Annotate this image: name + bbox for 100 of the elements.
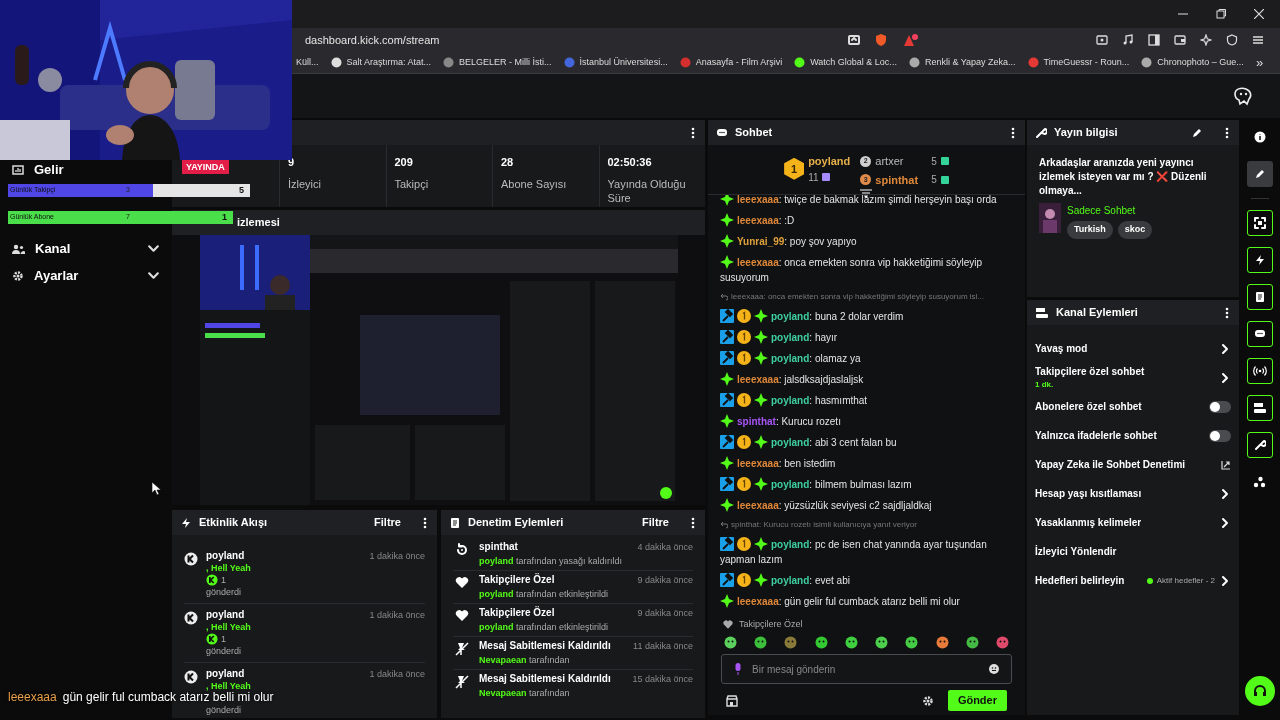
channel-action-item[interactable]: Yalnızca ifadelerle sohbet	[1035, 421, 1231, 450]
more-icon[interactable]	[689, 516, 697, 529]
wrench-button[interactable]	[1246, 432, 1273, 458]
wallet-icon[interactable]	[1174, 34, 1186, 46]
more-icon[interactable]	[689, 126, 697, 139]
gifter-name[interactable]: artxer	[875, 153, 928, 170]
bolt-button[interactable]	[1246, 247, 1273, 273]
toggle-switch[interactable]	[1209, 429, 1231, 442]
url-text[interactable]: dashboard.kick.com/stream	[305, 31, 440, 49]
music-icon[interactable]	[1122, 34, 1134, 46]
channel-action-item[interactable]: Yasaklanmış kelimeler	[1035, 508, 1231, 537]
more-icon[interactable]	[1223, 306, 1231, 319]
emote-icon[interactable]	[754, 636, 768, 649]
bookmark-link[interactable]: Salt Araştırma: Atat...	[346, 55, 432, 70]
bookmark-link[interactable]: BELGELER - Milli İsti...	[459, 55, 552, 70]
toggle-switch[interactable]	[1209, 400, 1231, 413]
menu-icon[interactable]	[1252, 34, 1264, 46]
bookmark-link[interactable]: Chronophoto – Gue...	[1157, 55, 1244, 70]
emote-icon[interactable]	[965, 636, 979, 649]
more-icon[interactable]	[1009, 126, 1017, 139]
chat-message: spinthat: Kurucu rozetı	[720, 413, 1013, 429]
bookmark-link[interactable]: Watch Global & Loc...	[810, 55, 897, 70]
channel-action-item[interactable]: Yapay Zeka ile Sohbet Denetimi	[1035, 450, 1231, 479]
bookmark-link[interactable]: İstanbul Üniversitesi...	[579, 55, 668, 70]
gifter-name[interactable]: spinthat	[875, 171, 928, 188]
more-icon[interactable]	[421, 516, 429, 529]
more-icon[interactable]	[1223, 126, 1231, 139]
channel-action-item[interactable]: Hesap yaşı kısıtlaması	[1035, 479, 1231, 508]
username[interactable]: poyland	[206, 668, 362, 680]
chat-message: poyland: evet abi	[720, 572, 1013, 588]
heart-icon	[455, 609, 469, 622]
edit-button[interactable]	[1246, 161, 1273, 187]
shield-icon[interactable]	[874, 33, 888, 47]
emote-icon[interactable]	[814, 636, 828, 649]
document-button[interactable]	[1246, 284, 1273, 310]
bookmark-link[interactable]: TimeGuessr - Roun...	[1043, 55, 1130, 70]
username[interactable]: poyland	[206, 550, 362, 562]
settings-icon[interactable]	[921, 694, 934, 707]
emote-icon[interactable]	[875, 636, 889, 649]
channel-action-item[interactable]: İzleyici Yönlendir	[1035, 537, 1231, 566]
emote-icon[interactable]	[784, 636, 798, 649]
mascot-icon[interactable]	[1232, 86, 1254, 106]
edit-icon	[1253, 168, 1266, 180]
bookmark-link[interactable]: Anasayfa - Film Arşivi	[695, 55, 783, 70]
sparkle-icon[interactable]	[1200, 34, 1212, 46]
bookmark-link[interactable]: Renkli & Yapay Zeka...	[924, 55, 1016, 70]
channel-action-item[interactable]: Abonelere özel sohbet	[1035, 392, 1231, 421]
bookmark-link[interactable]: Küll...	[296, 55, 319, 70]
reader-icon[interactable]	[1096, 34, 1108, 46]
camera-button[interactable]	[1246, 395, 1273, 421]
vpn-icon[interactable]	[1226, 34, 1238, 46]
close-icon[interactable]	[1254, 9, 1264, 19]
sidebar-item[interactable]: Gelir	[12, 156, 160, 183]
sidebar-item[interactable]: Kanal	[12, 235, 160, 262]
category-link[interactable]: Sadece Sohbet	[1067, 203, 1153, 218]
emote-icon[interactable]	[844, 636, 858, 649]
subscriber-badge-icon	[754, 434, 768, 449]
chat-message: poyland: hasmımthat	[720, 392, 1013, 408]
broadcast-button[interactable]	[1246, 358, 1273, 384]
support-button[interactable]	[1244, 676, 1275, 706]
tag[interactable]: skoc	[1117, 221, 1153, 239]
sidebar-item[interactable]: Ayarlar	[12, 262, 160, 289]
subscriber-badge-icon	[720, 455, 734, 470]
microphone-icon[interactable]	[734, 663, 742, 675]
stream-title: Arkadaşlar aranızda yeni yayıncı izlemek isteyen var mı ? ❌ Düzenli olmaya...	[1039, 156, 1208, 198]
filter-button[interactable]: Filtre	[374, 514, 401, 531]
emote-icon[interactable]	[995, 636, 1009, 649]
store-icon[interactable]	[726, 694, 738, 707]
chat-input-box[interactable]: Bir mesaj gönderin	[721, 654, 1012, 684]
edit-icon[interactable]	[1191, 126, 1203, 139]
chevron-right-icon	[1219, 574, 1231, 587]
channel-action-item[interactable]: Takipçilere özel sohbet 1 dk.	[1035, 363, 1231, 392]
panel-title: izlemesi	[237, 215, 280, 231]
chevron-right-icon	[1219, 342, 1231, 355]
filter-button[interactable]: Filtre	[642, 514, 669, 531]
tag[interactable]: Turkish	[1067, 221, 1113, 239]
share-icon[interactable]	[848, 34, 860, 46]
gifter-badge-icon	[737, 350, 751, 365]
channel-action-item[interactable]: Hedefleri belirleyin Aktif hedefler - 2	[1035, 566, 1231, 595]
gifter-badge-icon	[737, 572, 751, 587]
moderator-badge-icon	[720, 392, 734, 407]
emote-icon[interactable]	[905, 636, 919, 649]
screenshot-button[interactable]	[1246, 210, 1273, 236]
emote-icon[interactable]	[724, 636, 737, 649]
emoji-icon[interactable]	[989, 664, 999, 674]
send-button[interactable]: Gönder	[947, 690, 1007, 711]
chevron-right-icon	[1219, 516, 1231, 529]
emote-icon[interactable]	[935, 636, 949, 649]
chat-button[interactable]	[1246, 321, 1273, 347]
subscriber-badge-icon	[754, 536, 768, 551]
gifter-name[interactable]: poyland	[808, 153, 851, 170]
channel-action-item[interactable]: Yavaş mod	[1035, 334, 1231, 363]
chevron-right-icon	[1219, 487, 1231, 500]
message-input[interactable]: Bir mesaj gönderin	[752, 661, 979, 677]
extension-icon[interactable]	[902, 33, 918, 47]
sidebar-icon[interactable]	[1148, 34, 1160, 46]
more-bookmarks-button[interactable]: »	[1255, 52, 1278, 73]
restore-icon[interactable]	[1216, 9, 1226, 19]
chat-icon	[716, 126, 728, 139]
username[interactable]: poyland	[206, 609, 362, 621]
